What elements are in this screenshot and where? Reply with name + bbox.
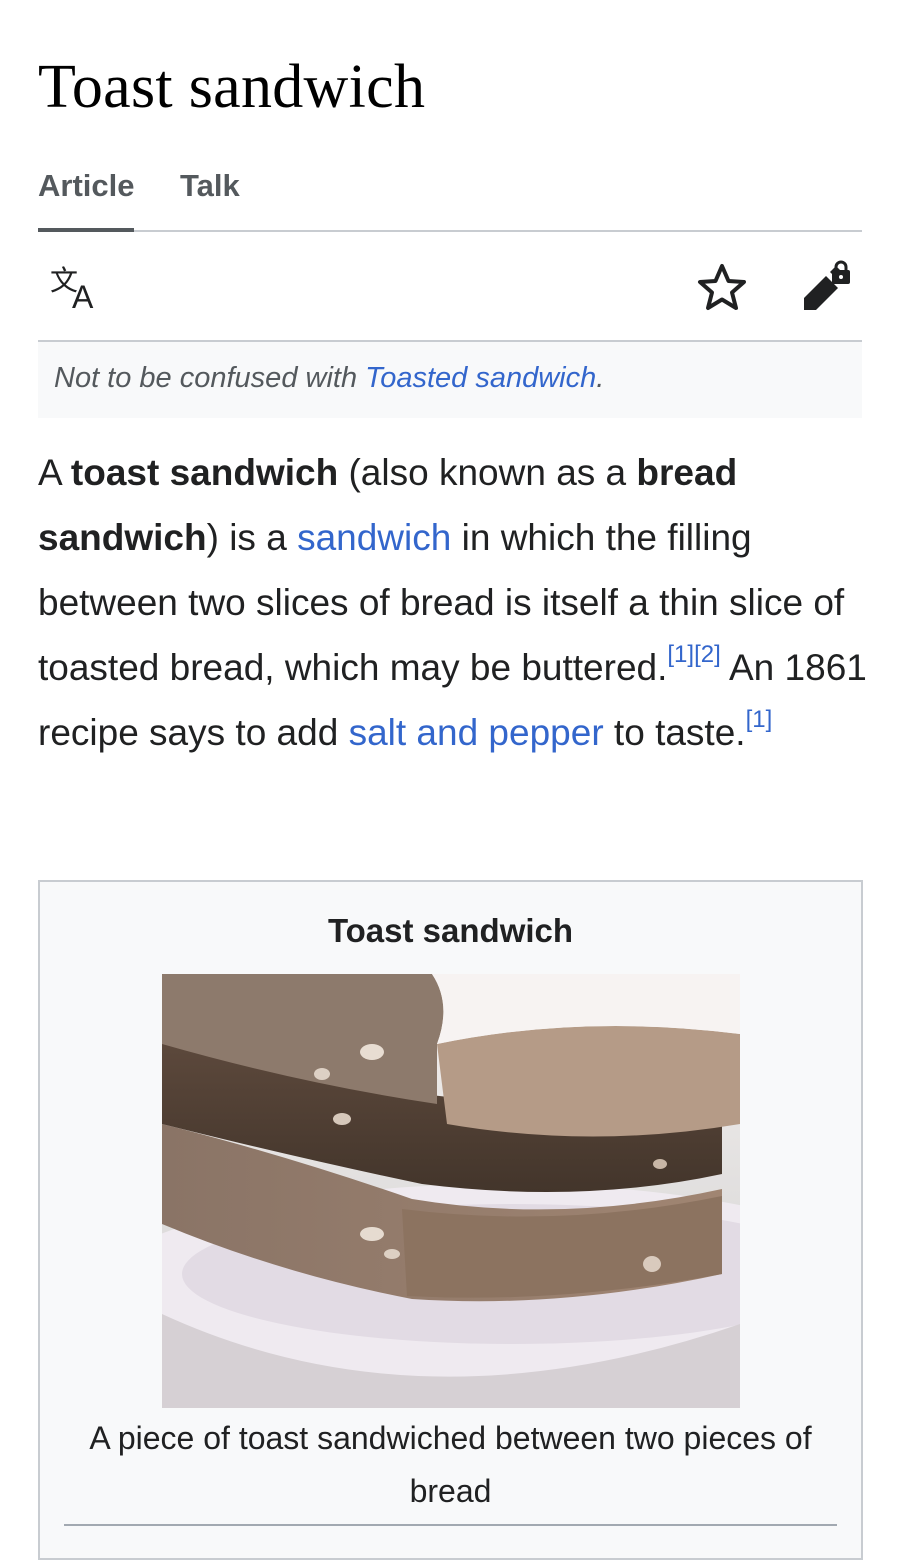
watch-star-icon[interactable] [696,262,748,314]
edit-locked-icon[interactable] [800,260,854,314]
lead-text: to taste. [603,712,746,753]
tab-talk[interactable]: Talk [180,168,240,228]
svg-text:A: A [72,279,94,312]
hatnote: Not to be confused with Toasted sandwich… [38,342,862,418]
page-actions-toolbar: 文 A [38,232,862,342]
lead-text: (also known as a [338,452,637,493]
page-title: Toast sandwich [38,53,426,121]
infobox-title: Toast sandwich [327,912,574,949]
article-page: Toast sandwich Article Talk 文 A Not to b… [0,0,900,1560]
reference-link[interactable]: [1] [746,706,773,733]
reference-link[interactable]: [2] [694,641,721,668]
language-icon[interactable]: 文 A [48,262,104,315]
infobox: Toast sandwich A piece of toast sandwich… [38,880,863,1560]
toast-sandwich-photo[interactable] [162,974,740,1408]
hatnote-prefix: Not to be confused with [54,362,366,394]
sandwich-link[interactable]: sandwich [297,517,451,558]
infobox-divider [64,1524,837,1526]
reference-1: [1][2] [667,641,720,668]
lead-bold-term: toast sandwich [70,452,339,493]
lead-paragraph: A toast sandwich (also known as a bread … [38,440,868,765]
tab-article[interactable]: Article [38,168,135,232]
hatnote-suffix: . [596,362,605,394]
salt-and-pepper-link[interactable]: salt and pepper [349,712,604,753]
lead-text: A [38,452,71,493]
lead-text: ) is a [206,517,298,558]
page-tabs: Article Talk [38,164,862,232]
reference-2: [1] [746,706,773,733]
toasted-sandwich-link[interactable]: Toasted sandwich [365,362,596,394]
infobox-caption: A piece of toast sandwiched between two … [89,1420,812,1509]
reference-link[interactable]: [1] [667,641,694,668]
